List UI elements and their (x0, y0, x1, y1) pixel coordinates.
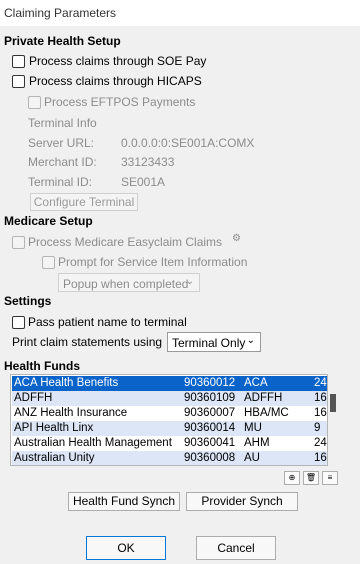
table-row[interactable]: Australian Health Management 90360041 AH… (12, 436, 327, 451)
fund-extra: 9 (314, 422, 321, 434)
easyclaim-label: Process Medicare Easyclaim Claims (28, 235, 223, 249)
table-row[interactable]: Australian Unity 90360008 AU 16 (12, 451, 327, 465)
soe-pay-checkbox[interactable] (12, 55, 25, 68)
health-fund-synch-button[interactable]: Health Fund Synch (68, 492, 180, 511)
window-title: Claiming Parameters (0, 0, 360, 26)
merchant-id-value: 33123433 (121, 155, 175, 169)
fund-extra: 16 (314, 407, 327, 419)
fund-number: 90360109 (184, 392, 236, 404)
table-row[interactable]: ACA Health Benefits 90360012 ACA 24 (12, 376, 327, 391)
fund-code: ACA (244, 377, 268, 389)
private-health-heading: Private Health Setup (4, 34, 121, 48)
eftpos-checkbox[interactable] (28, 96, 41, 109)
pass-patient-checkbox[interactable] (12, 316, 25, 329)
fund-name: ACA Health Benefits (14, 377, 119, 389)
add-fund-icon[interactable]: ⊕ (284, 471, 300, 485)
table-row[interactable]: ADFFH 90360109 ADFFH 16 (12, 391, 327, 406)
provider-synch-button[interactable]: Provider Synch (186, 492, 298, 511)
fund-number: 90360014 (184, 422, 236, 434)
table-row[interactable]: API Health Linx 90360014 MU 9 (12, 421, 327, 436)
fund-number: 90360012 (184, 377, 236, 389)
hicaps-checkbox[interactable] (12, 75, 25, 88)
fund-name: Australian Health Management (14, 437, 172, 449)
fund-number: 90360008 (184, 452, 236, 464)
eftpos-label: Process EFTPOS Payments (44, 95, 196, 109)
fund-extra: 24 (314, 437, 327, 449)
server-url-label: Server URL: (28, 136, 95, 150)
database-icon[interactable]: ≡ (322, 471, 338, 485)
terminal-id-label: Terminal ID: (28, 175, 93, 189)
medicare-heading: Medicare Setup (4, 214, 93, 228)
terminal-info-label: Terminal Info (28, 116, 97, 130)
print-statements-value: Terminal Only (172, 336, 246, 350)
terminal-id-value: SE001A (121, 175, 166, 189)
scrollbar-thumb[interactable] (330, 394, 336, 412)
fund-code: AHM (244, 437, 270, 449)
table-row[interactable]: ANZ Health Insurance 90360007 HBA/MC 16 (12, 406, 327, 421)
fund-extra: 16 (314, 452, 327, 464)
prompt-service-item-label: Prompt for Service Item Information (58, 255, 248, 269)
fund-code: MU (244, 422, 262, 434)
fund-number: 90360007 (184, 407, 236, 419)
fund-code: HBA/MC (244, 407, 289, 419)
settings-heading: Settings (4, 294, 52, 308)
fund-code: ADFFH (244, 392, 283, 404)
cancel-button[interactable]: Cancel (196, 536, 276, 560)
popup-select[interactable]: Popup when completed ⌄ (58, 273, 200, 292)
settings-icon[interactable]: ⚙ (232, 233, 241, 244)
hicaps-label: Process claims through HICAPS (29, 74, 202, 88)
fund-extra: 16 (314, 392, 327, 404)
server-url-value: 0.0.0.0:0:SE001A:COMX (121, 136, 255, 150)
fund-name: ANZ Health Insurance (14, 407, 128, 419)
fund-number: 90360041 (184, 437, 236, 449)
table-scrollbar[interactable] (328, 374, 338, 466)
prompt-service-item-checkbox[interactable] (42, 256, 55, 269)
fund-name: Australian Unity (14, 452, 95, 464)
fund-extra: 24 (314, 377, 327, 389)
fund-name: API Health Linx (14, 422, 94, 434)
fund-name: ADFFH (14, 392, 53, 404)
print-statements-select[interactable]: Terminal Only ⌄ (167, 332, 261, 352)
health-funds-heading: Health Funds (4, 359, 81, 373)
delete-icon[interactable]: 🗑 (303, 471, 319, 485)
chevron-down-icon: ⌄ (185, 276, 194, 287)
ok-button[interactable]: OK (86, 536, 166, 560)
soe-pay-label: Process claims through SOE Pay (29, 54, 207, 68)
fund-code: AU (244, 452, 260, 464)
configure-terminal-button[interactable]: Configure Terminal (30, 193, 138, 211)
popup-select-value: Popup when completed (63, 277, 189, 291)
merchant-id-label: Merchant ID: (28, 155, 97, 169)
chevron-down-icon: ⌄ (246, 335, 255, 346)
pass-patient-label: Pass patient name to terminal (28, 315, 187, 329)
print-statements-label: Print claim statements using (12, 335, 163, 349)
easyclaim-checkbox[interactable] (12, 236, 25, 249)
health-funds-table[interactable]: ACA Health Benefits 90360012 ACA 24 ADFF… (10, 374, 328, 466)
